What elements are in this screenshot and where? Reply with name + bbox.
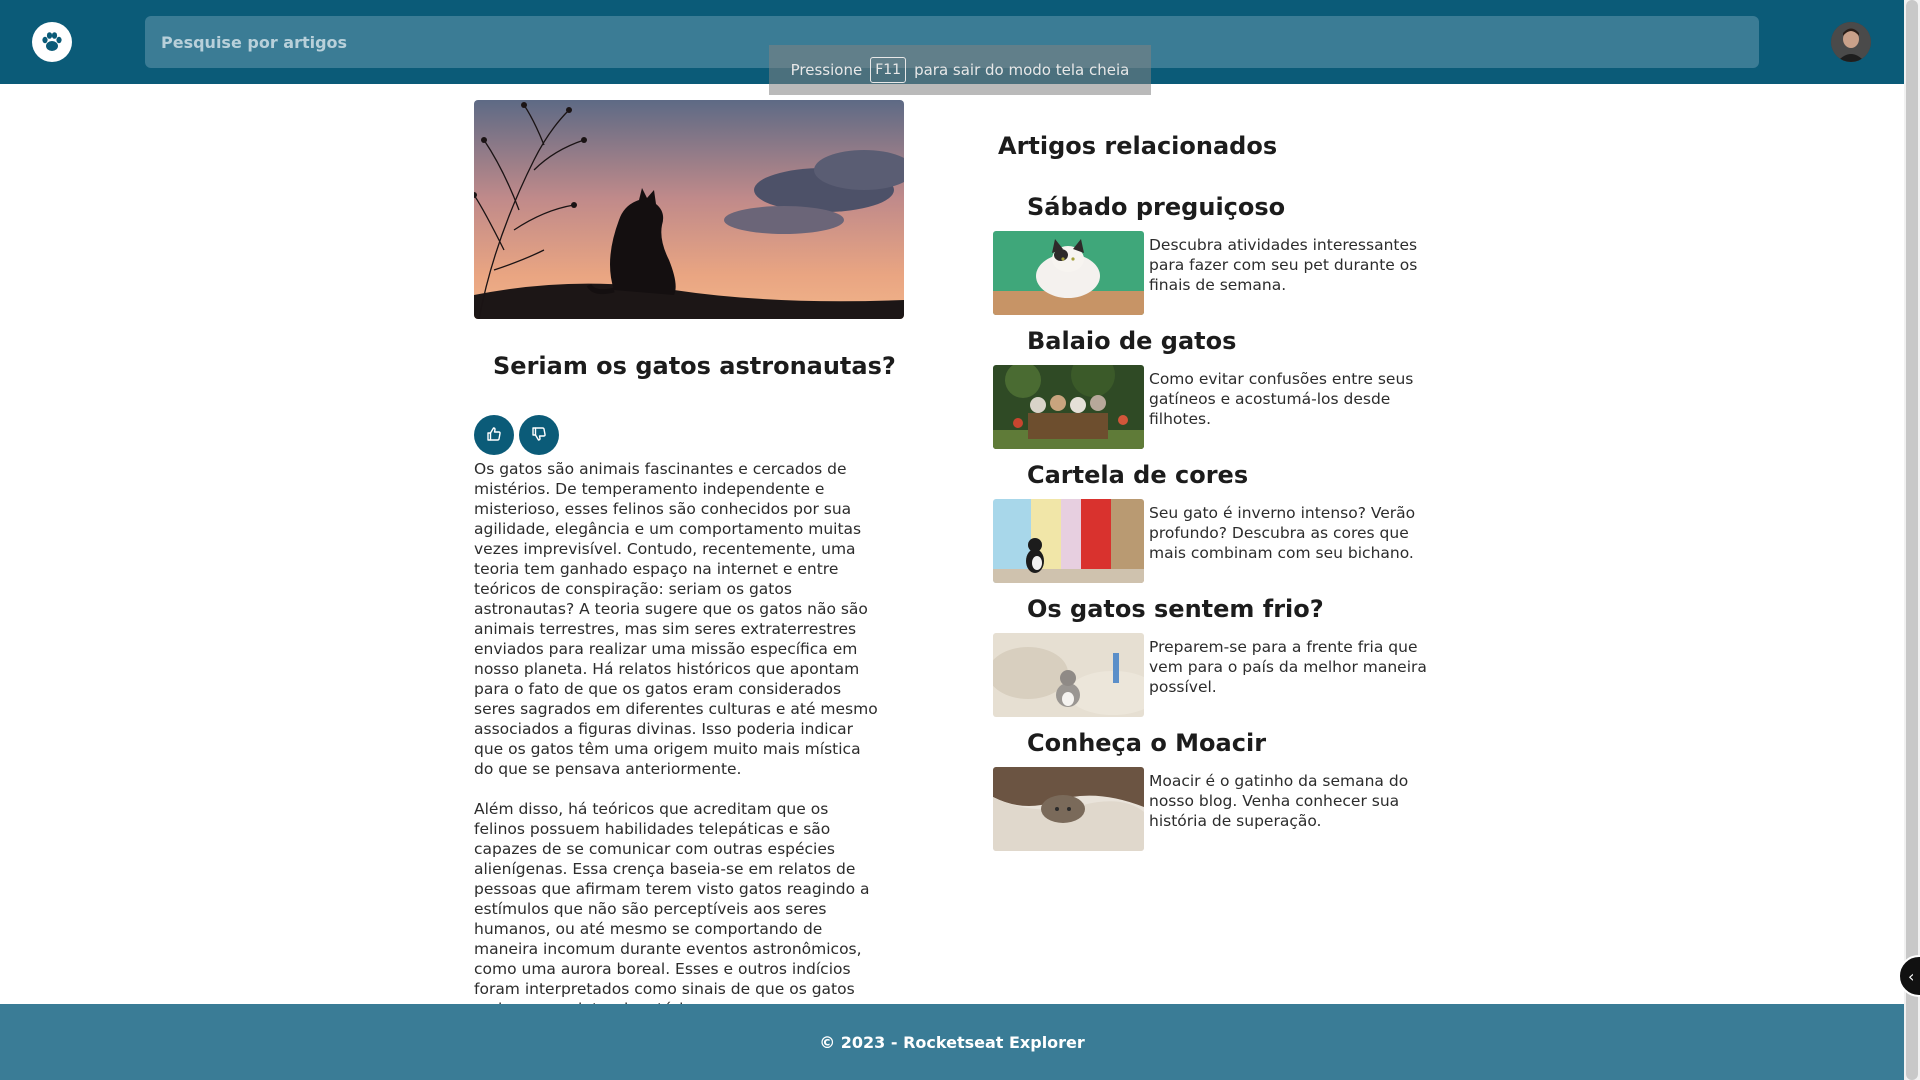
related-item-desc: Como evitar confusões entre seus gatíneo… [1149, 370, 1414, 428]
footer-text: © 2023 - Rocketseat Explorer [819, 1032, 1085, 1052]
toast-after: para sair do modo tela cheia [914, 61, 1130, 79]
related-item-thumbnail[interactable] [993, 231, 1144, 315]
hero-image [474, 100, 904, 319]
related-item-thumbnail[interactable] [993, 499, 1144, 583]
related-item-moacir[interactable]: Conheça o Moacir Moacir é o gatinho da s… [993, 729, 1433, 863]
related-item-desc: Seu gato é inverno intenso? Verão profun… [1149, 504, 1416, 562]
related-item-title[interactable]: Balaio de gatos [1027, 327, 1236, 355]
related-item-desc: Descubra atividades interessantes para f… [1149, 236, 1418, 294]
related-item-desc: Preparem-se para a frente fria que vem p… [1149, 638, 1427, 696]
article-body: Os gatos são animais fascinantes e cerca… [474, 459, 882, 1039]
scrollbar-thumb[interactable] [1906, 0, 1918, 1080]
thumbs-down-icon [531, 426, 547, 445]
related-item-thumbnail[interactable] [993, 365, 1144, 449]
related-item-title[interactable]: Cartela de cores [1027, 461, 1248, 489]
related-item-sabado[interactable]: Sábado preguiçoso Descubra atividades in… [993, 193, 1433, 327]
article-paragraph: Além disso, há teóricos que acreditam qu… [474, 800, 870, 1018]
related-item-title[interactable]: Sábado preguiçoso [1027, 193, 1285, 221]
related-item-thumbnail[interactable] [993, 633, 1144, 717]
article-title: Seriam os gatos astronautas? [493, 352, 896, 380]
related-item-frio[interactable]: Os gatos sentem frio? Preparem-se para a… [993, 595, 1433, 729]
fullscreen-toast: Pressione F11 para sair do modo tela che… [769, 45, 1151, 95]
chevron-left-icon[interactable]: ‹ [1898, 955, 1920, 997]
related-item-thumbnail[interactable] [993, 767, 1144, 851]
related-item-title[interactable]: Conheça o Moacir [1027, 729, 1266, 757]
user-avatar[interactable] [1831, 22, 1871, 62]
related-item-balaio[interactable]: Balaio de gatos Como evitar confusões en… [993, 327, 1433, 461]
related-item-cartela[interactable]: Cartela de cores Seu gato é inverno inte… [993, 461, 1433, 595]
vertical-scrollbar[interactable] [1904, 0, 1920, 1080]
toast-before: Pressione [790, 61, 863, 79]
related-item-desc: Moacir é o gatinho da semana do nosso bl… [1149, 772, 1409, 830]
thumbs-up-icon [486, 426, 502, 445]
page-footer: © 2023 - Rocketseat Explorer [0, 1004, 1904, 1080]
article-paragraph: Os gatos são animais fascinantes e cerca… [474, 460, 878, 778]
paw-icon[interactable] [32, 22, 72, 62]
like-button[interactable] [474, 415, 514, 455]
related-heading: Artigos relacionados [998, 132, 1278, 160]
dislike-button[interactable] [519, 415, 559, 455]
related-item-title[interactable]: Os gatos sentem frio? [1027, 595, 1324, 623]
toast-key: F11 [870, 57, 907, 83]
